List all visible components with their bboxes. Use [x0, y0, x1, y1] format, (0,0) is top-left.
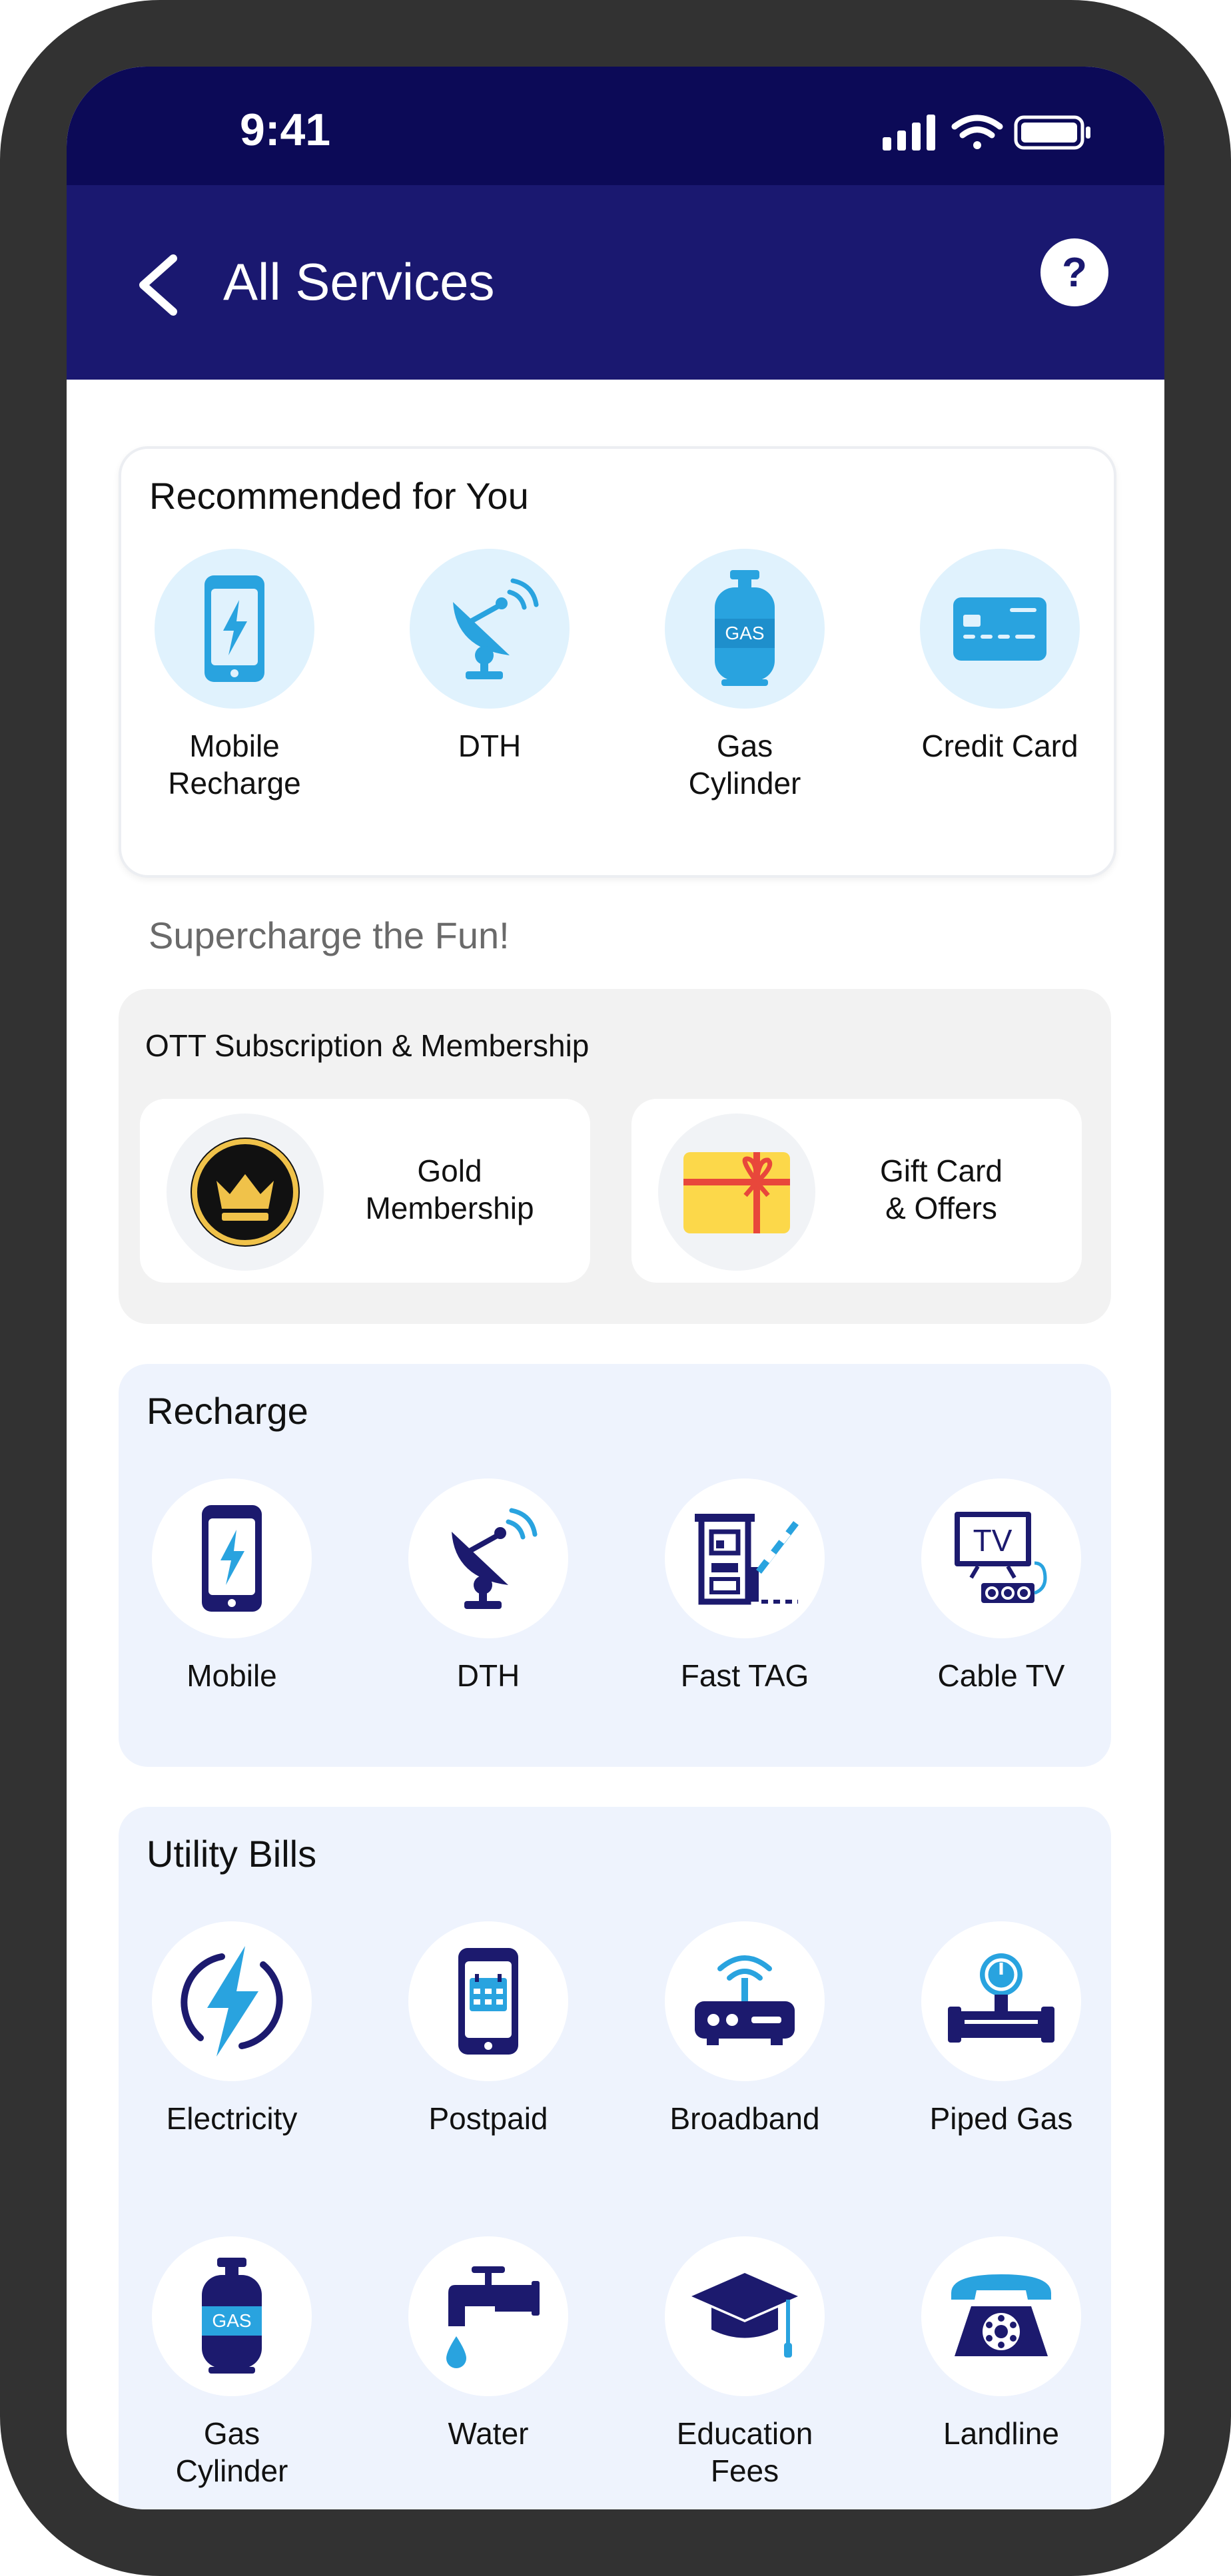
recommended-card: Recommended for You Mobile Recharge DTH … [119, 446, 1116, 878]
utility-item-label: Gas Cylinder [175, 2416, 288, 2488]
battery-icon [1014, 115, 1090, 150]
signal-icon [883, 115, 935, 151]
lightning-icon [152, 1921, 312, 2081]
svg-text:GAS: GAS [212, 2310, 251, 2331]
crown-icon [167, 1114, 324, 1271]
ott-item-label: Gold Membership [365, 1153, 534, 1225]
telephone-icon [921, 2236, 1081, 2396]
utility-item-label: Postpaid [428, 2101, 548, 2136]
satellite-dish-icon [408, 1478, 568, 1638]
utility-item-label: Landline [943, 2416, 1059, 2451]
help-button[interactable]: ? [1040, 238, 1108, 306]
gift-card-offers-card[interactable]: Gift Card & Offers [631, 1099, 1082, 1283]
router-icon [665, 1921, 825, 2081]
water-tap-icon [408, 2236, 568, 2396]
mobile-lightning-icon [152, 1478, 312, 1638]
utility-item-label: Water [448, 2416, 529, 2451]
screen: 9:41 All Services ? Recommended for You … [67, 67, 1164, 2509]
credit-card-icon [920, 549, 1080, 709]
recommended-item-label: Credit Card [921, 729, 1078, 763]
gas-meter-icon [921, 1921, 1081, 2081]
gold-membership-card[interactable]: Gold Membership [140, 1099, 590, 1283]
page-title: All Services [223, 252, 495, 311]
app-header: All Services ? [67, 185, 1164, 380]
status-time: 9:41 [240, 105, 331, 155]
gas-cylinder-icon: GAS [665, 549, 825, 709]
back-button[interactable] [127, 245, 193, 325]
recharge-title: Recharge [147, 1390, 308, 1432]
recharge-item-label: Fast TAG [680, 1658, 809, 1693]
graduation-cap-icon [665, 2236, 825, 2396]
status-bar: 9:41 [67, 67, 1164, 185]
gas-cylinder-icon: GAS [152, 2236, 312, 2396]
recharge-item-label: DTH [456, 1658, 520, 1693]
phone-frame: 9:41 All Services ? Recommended for You … [0, 0, 1231, 2576]
supercharge-heading: Supercharge the Fun! [149, 914, 510, 956]
mobile-calendar-icon [408, 1921, 568, 2081]
recharge-item-label: Cable TV [937, 1658, 1065, 1693]
utility-bills-card: Utility Bills Electricity Postpaid Broad… [119, 1807, 1111, 2509]
recharge-card: Recharge Mobile DTH Fast TAG TV Cable TV [119, 1364, 1111, 1767]
recharge-item-label: Mobile [187, 1658, 277, 1693]
ott-title: OTT Subscription & Membership [145, 1028, 590, 1063]
utility-item-label: Piped Gas [929, 2101, 1073, 2136]
toll-gate-icon [665, 1478, 825, 1638]
svg-text:GAS: GAS [725, 623, 764, 643]
ott-card: OTT Subscription & Membership Gold Member… [119, 989, 1111, 1324]
recommended-item-label: Mobile Recharge [168, 729, 301, 801]
utility-item-label: Education Fees [676, 2416, 813, 2488]
help-icon: ? [1062, 249, 1087, 296]
recommended-item-label: DTH [458, 729, 522, 763]
svg-text:TV: TV [973, 1523, 1013, 1558]
recommended-item-label: Gas Cylinder [688, 729, 801, 801]
utility-title: Utility Bills [147, 1833, 317, 1875]
utility-item-label: Electricity [166, 2101, 298, 2136]
chevron-left-icon [139, 254, 177, 316]
tv-icon: TV [921, 1478, 1081, 1638]
recommended-title: Recommended for You [149, 475, 529, 517]
satellite-dish-icon [410, 549, 570, 709]
status-icons [883, 112, 1102, 152]
utility-item-label: Broadband [669, 2101, 820, 2136]
wifi-icon [951, 115, 1003, 149]
mobile-lightning-icon [155, 549, 314, 709]
gift-card-icon [658, 1114, 815, 1271]
ott-item-label: Gift Card & Offers [879, 1153, 1003, 1225]
